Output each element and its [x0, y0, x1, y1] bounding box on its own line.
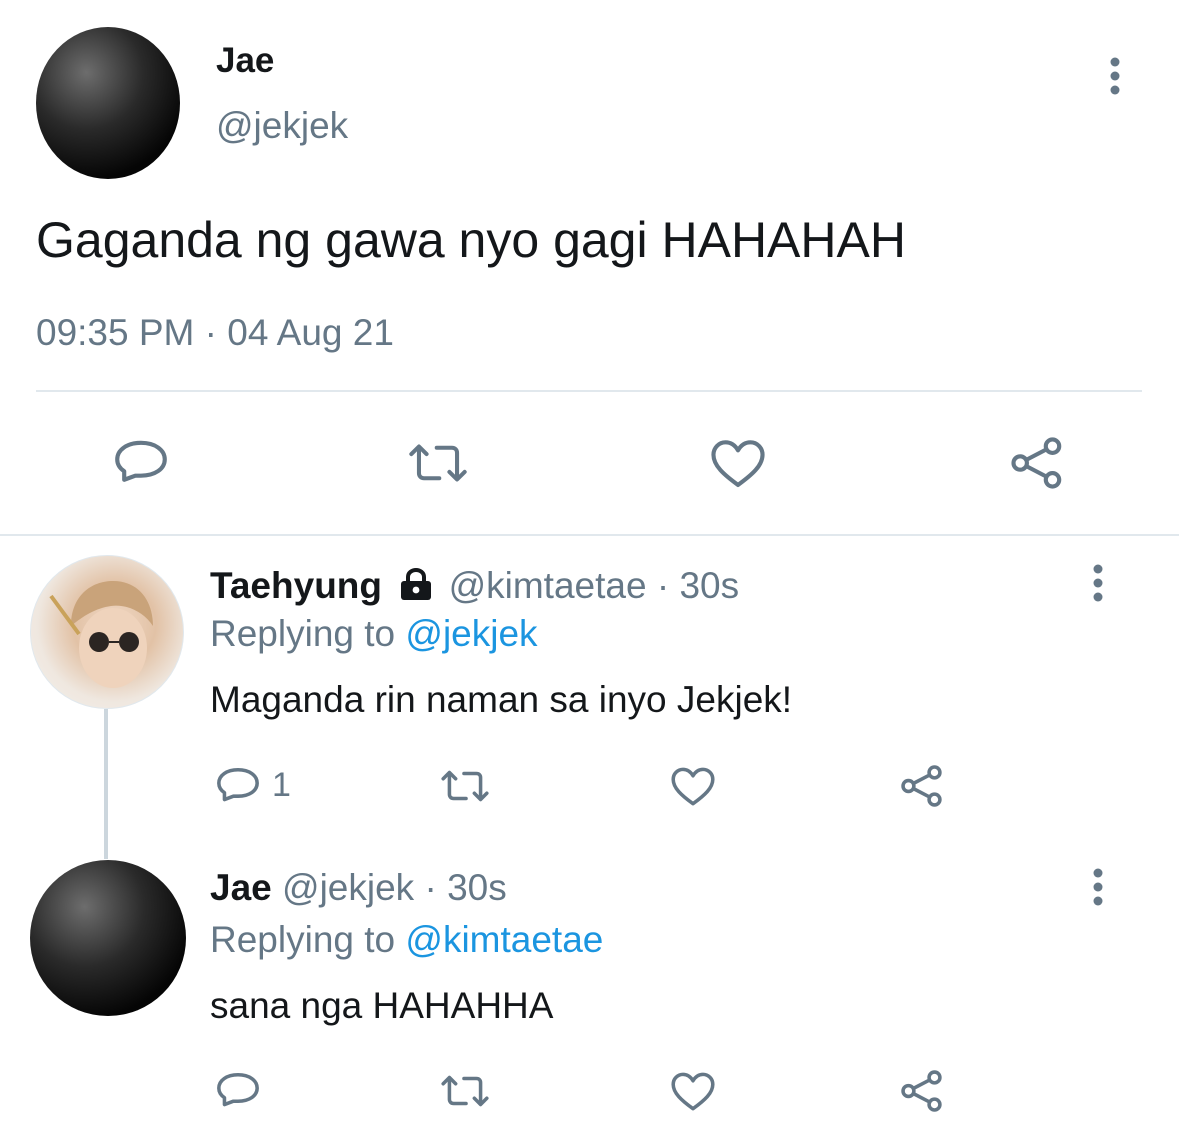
retweet-icon[interactable]: [405, 432, 471, 494]
share-icon[interactable]: [897, 761, 947, 811]
tweet-date: 04 Aug 21: [227, 312, 394, 353]
more-vertical-icon[interactable]: [1084, 562, 1112, 604]
reply-author-handle[interactable]: @jekjek: [282, 867, 414, 908]
section-divider: [0, 534, 1179, 536]
reply-author-name[interactable]: Taehyung: [210, 565, 382, 606]
reply-age[interactable]: 30s: [447, 867, 507, 908]
replying-to-label: Replying to: [210, 613, 396, 654]
avatar-taehyung[interactable]: [30, 555, 184, 709]
tweet-time: 09:35 PM: [36, 312, 195, 353]
retweet-icon[interactable]: [438, 1066, 492, 1116]
replying-to-line: Replying to @jekjek: [210, 612, 538, 656]
reply-separator: ·: [656, 565, 670, 606]
avatar-jae-main[interactable]: [36, 27, 180, 179]
lock-icon: [396, 566, 436, 602]
avatar-jae-reply[interactable]: [30, 860, 186, 1016]
share-icon[interactable]: [1006, 432, 1068, 494]
heart-icon[interactable]: [668, 761, 718, 811]
main-author-name[interactable]: Jae: [216, 40, 274, 82]
heart-icon[interactable]: [668, 1066, 718, 1116]
divider: [36, 390, 1142, 392]
heart-icon[interactable]: [707, 432, 769, 494]
reply-count: 1: [272, 766, 291, 804]
retweet-icon[interactable]: [438, 761, 492, 811]
reply-age[interactable]: 30s: [679, 565, 739, 606]
reply-separator: ·: [424, 867, 437, 908]
replying-to-line: Replying to @kimtaetae: [210, 918, 603, 962]
reply-author-handle[interactable]: @kimtaetae: [449, 565, 647, 606]
main-author-handle[interactable]: @jekjek: [216, 104, 348, 148]
reply-author-name[interactable]: Jae: [210, 867, 272, 908]
more-vertical-icon[interactable]: [1100, 54, 1130, 98]
reply-header: Taehyung @kimtaetae · 30s: [210, 564, 739, 608]
replying-to-handle[interactable]: @jekjek: [405, 613, 537, 654]
share-icon[interactable]: [897, 1066, 947, 1116]
reply-icon[interactable]: [213, 1066, 263, 1116]
main-tweet-timestamp[interactable]: 09:35 PM · 04 Aug 21: [36, 310, 394, 356]
reply-icon[interactable]: [110, 432, 172, 494]
reply-text: sana nga HAHAHHA: [210, 985, 554, 1026]
reply-text: Maganda rin naman sa inyo Jekjek!: [210, 679, 793, 720]
timestamp-separator: ·: [204, 312, 217, 353]
replying-to-handle[interactable]: @kimtaetae: [405, 919, 603, 960]
thread-connector-line: [104, 709, 108, 859]
reply-icon[interactable]: [213, 761, 263, 811]
more-vertical-icon[interactable]: [1084, 866, 1112, 908]
main-tweet-text: Gaganda ng gawa nyo gagi HAHAHAH: [36, 212, 906, 268]
reply-header: Jae @jekjek · 30s: [210, 866, 507, 910]
replying-to-label: Replying to: [210, 919, 396, 960]
